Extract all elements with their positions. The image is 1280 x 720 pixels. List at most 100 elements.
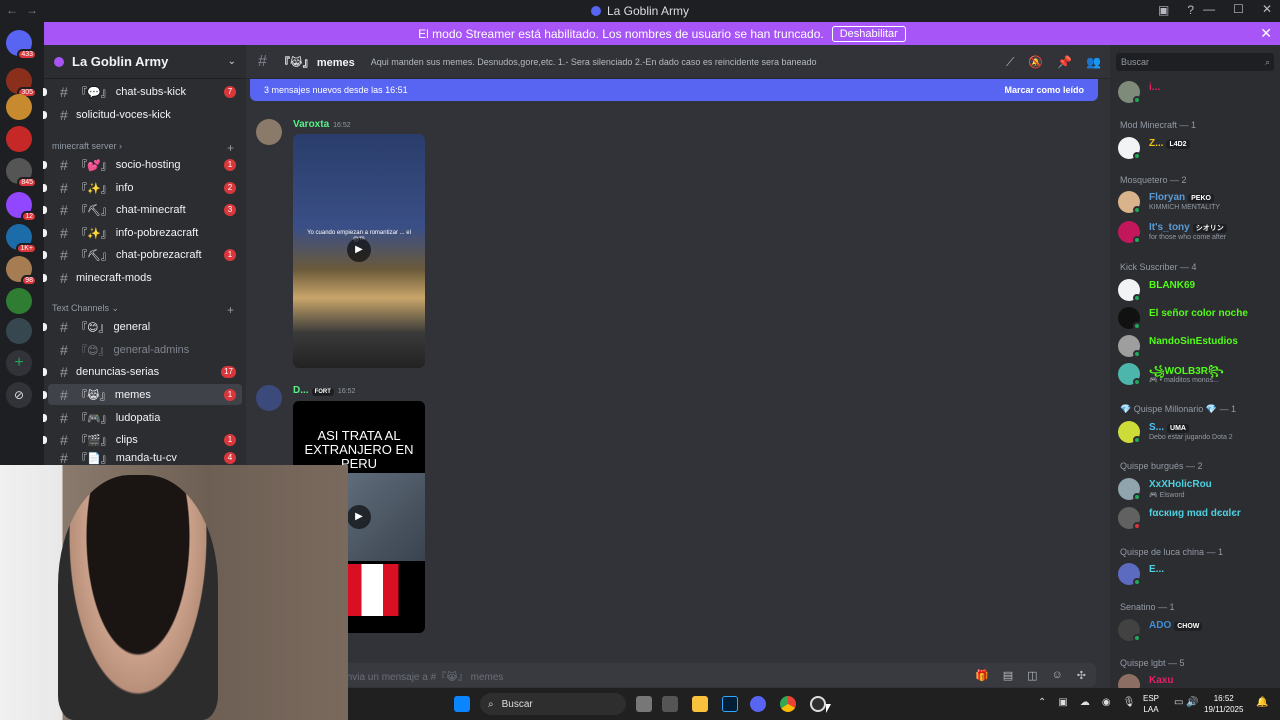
chrome-icon[interactable] [780, 696, 796, 712]
server-icon[interactable]: 1K+ [6, 224, 37, 254]
category-text-channels[interactable]: Text Channels ⌄ + [52, 303, 234, 317]
member-row[interactable]: S... UMA Debo estar jugando Dota 2 [1118, 421, 1278, 444]
help-icon[interactable]: ? [1187, 3, 1194, 17]
home-button[interactable]: 433 [6, 30, 37, 60]
obs-icon[interactable] [810, 696, 826, 712]
member-row[interactable]: ADO CHOW [1118, 619, 1278, 642]
taskbar-search[interactable]: ⌕ Buscar [480, 693, 626, 715]
discover-icon[interactable]: ⊘ [6, 382, 32, 408]
channel-emoji: 『📄』 [76, 453, 112, 465]
title-bar-icons: ▣ ? [1158, 3, 1194, 17]
gif-icon[interactable]: ▤ [1003, 669, 1013, 682]
gift-icon[interactable]: 🎁 [975, 669, 989, 682]
chevron-down-icon[interactable]: ⌄ [228, 56, 236, 67]
server-icon[interactable]: 98 [6, 256, 37, 286]
threads-icon[interactable]: ⟋ [1006, 55, 1014, 70]
member-row[interactable]: fαcкιиg mαd dєαlєr [1118, 507, 1278, 530]
server-icon[interactable] [6, 288, 32, 314]
member-status-text: Debo estar jugando Dota 2 [1149, 434, 1233, 441]
chevron-up-icon[interactable]: ⌃ [1038, 697, 1046, 708]
forward-arrow-icon[interactable]: → [26, 3, 38, 17]
avatar[interactable] [256, 385, 282, 411]
network-volume-icons[interactable]: ▭ 🔊 [1174, 697, 1199, 708]
video-attachment[interactable]: Yo cuando empiezan a romantizar ... el g… [293, 134, 425, 368]
channel-memes[interactable]: # 『😹』 memes 1 [43, 384, 242, 405]
cloud-icon[interactable]: ☁ [1080, 697, 1090, 708]
channel-clips[interactable]: # 『🎬』 clips 1 [43, 429, 242, 450]
channel-solicitud-voces-kick[interactable]: # solicitud-voces-kick [43, 104, 242, 125]
photoshop-icon[interactable] [722, 696, 738, 712]
twitch-server-icon[interactable]: 12 [6, 192, 37, 222]
server-icon[interactable]: 845 [6, 158, 37, 188]
channel-general-admins[interactable]: # 『😊』 general-admins [48, 339, 242, 360]
category-minecraft-server[interactable]: minecraft server › + [52, 141, 234, 155]
channel-info-pobrezacraft[interactable]: # 『✨』 info-pobrezacraft [43, 222, 242, 243]
discord-icon[interactable] [750, 696, 766, 712]
sticker-icon[interactable]: ◫ [1027, 669, 1037, 682]
task-view-icon[interactable] [636, 696, 652, 712]
play-icon[interactable]: ▶ [347, 505, 371, 529]
channel-denuncias-serias[interactable]: # denuncias-serias 17 [43, 361, 242, 382]
pin-icon[interactable]: 📌 [1057, 55, 1072, 70]
message-author[interactable]: D... FORT 16:52 [293, 385, 355, 396]
tray-app-icon[interactable]: ▣ [1058, 697, 1067, 708]
maximize-button[interactable]: ☐ [1233, 2, 1244, 16]
member-row[interactable]: Kaxu [1118, 674, 1278, 688]
channel-chat-pobrezacraft[interactable]: # 『⛏』 chat-pobrezacraft 1 [43, 244, 242, 265]
member-row[interactable]: i... [1118, 81, 1278, 104]
message-input[interactable]: Envia un mensaje a #『😹』 memes [340, 668, 503, 683]
notifications-icon[interactable]: 🔔 [1256, 697, 1268, 708]
apps-icon[interactable]: ✣ [1077, 669, 1086, 682]
minimize-button[interactable]: — [1203, 2, 1215, 16]
add-server-icon[interactable]: + [6, 350, 32, 376]
server-icon[interactable] [6, 126, 32, 152]
clock[interactable]: 16:52 19/11/2025 [1204, 693, 1243, 715]
member-row[interactable]: XxXHolicRou 🎮 Elsword [1118, 478, 1278, 501]
message-composer[interactable]: Envia un mensaje a #『😹』 memes 🎁 ▤ ◫ ☺ ✣ [326, 663, 1096, 687]
channel-info[interactable]: # 『✨』 info 2 [43, 177, 242, 198]
file-explorer-icon[interactable] [692, 696, 708, 712]
member-row[interactable]: ꧁WOLB3R꧂ 🎮 • malditos monos... [1118, 363, 1278, 386]
message-author[interactable]: Varoxta 16:52 [293, 119, 351, 130]
language-indicator[interactable]: ESP LAA [1143, 693, 1159, 715]
member-row[interactable]: Floryan PEKO KIMMICH MENTALITY [1118, 191, 1278, 214]
member-row[interactable]: Z... L4D2 [1118, 137, 1278, 160]
inbox-icon[interactable]: ▣ [1158, 3, 1169, 17]
windows-start-icon[interactable] [454, 696, 470, 712]
channel-manda-tu-cv[interactable]: # 『📄』 manda-tu-cv 4 [48, 451, 242, 465]
channel-general[interactable]: # 『😊』 general [43, 316, 242, 337]
member-row[interactable]: E... [1118, 563, 1278, 586]
server-icon[interactable] [6, 94, 32, 120]
back-arrow-icon[interactable]: ← [6, 3, 18, 17]
notifications-muted-icon[interactable]: 🔕 [1028, 55, 1043, 70]
microphone-icon[interactable]: 🎙 [1123, 697, 1136, 708]
mark-as-read-button[interactable]: Marcar como leído [1004, 85, 1084, 95]
channel-minecraft-mods[interactable]: # minecraft-mods [43, 267, 242, 288]
channel-topic[interactable]: Aqui manden sus memes. Desnudos,gore,etc… [371, 57, 817, 67]
app-icon[interactable] [662, 696, 678, 712]
add-channel-icon[interactable]: + [227, 303, 234, 317]
mention-badge: 12 [21, 211, 37, 222]
member-row[interactable]: BLANK69 [1118, 279, 1278, 302]
server-icon[interactable]: 305 [6, 68, 37, 98]
search-input[interactable]: Buscar ⌕ [1116, 53, 1274, 71]
tray-app-icon[interactable]: ◉ [1102, 697, 1111, 708]
channel-socio-hosting[interactable]: # 『💕』 socio-hosting 1 [43, 154, 242, 175]
new-messages-bar[interactable]: 3 mensajes nuevos desde las 16:51 Marcar… [250, 79, 1098, 101]
disable-streamer-button[interactable]: Deshabilitar [831, 25, 906, 42]
add-channel-icon[interactable]: + [227, 141, 234, 155]
member-row[interactable]: NandoSinEstudios [1118, 335, 1278, 358]
banner-close-icon[interactable]: ✕ [1260, 25, 1272, 42]
server-header[interactable]: La Goblin Army ⌄ [44, 45, 246, 79]
emoji-icon[interactable]: ☺ [1052, 669, 1063, 682]
channel-chat-subs-kick[interactable]: # 『💬』 chat-subs-kick 7 [43, 81, 242, 102]
member-row[interactable]: El señor color noche [1118, 307, 1278, 330]
members-icon[interactable]: 👥 [1086, 55, 1101, 70]
play-icon[interactable]: ▶ [347, 238, 371, 262]
channel-ludopatia[interactable]: # 『🎮』 ludopatia [43, 407, 242, 428]
channel-chat-minecraft[interactable]: # 『⛏』 chat-minecraft 3 [43, 199, 242, 220]
avatar[interactable] [256, 119, 282, 145]
server-icon[interactable] [6, 318, 32, 344]
close-button[interactable]: ✕ [1262, 2, 1272, 16]
member-row[interactable]: It's_tony シオリン for those who come after [1118, 221, 1278, 244]
